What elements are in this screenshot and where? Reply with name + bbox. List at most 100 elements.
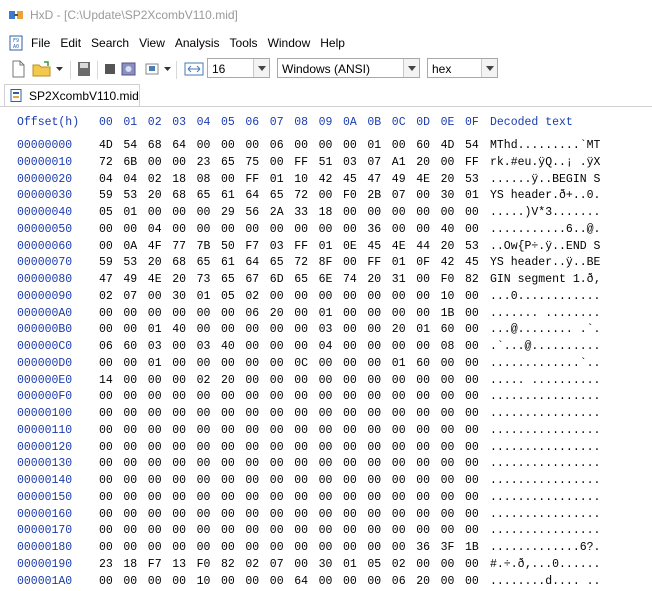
hex-byte[interactable]: 36	[416, 541, 430, 554]
hex-byte[interactable]: 51	[319, 156, 333, 169]
hex-byte[interactable]: 53	[465, 173, 479, 186]
hex-byte[interactable]: 00	[148, 206, 162, 219]
menu-analysis[interactable]: Analysis	[170, 36, 225, 50]
hex-byte[interactable]: 00	[294, 223, 308, 236]
hex-byte[interactable]: 00	[343, 407, 357, 420]
hex-byte[interactable]: 01	[319, 240, 333, 253]
hex-byte[interactable]: 00	[245, 340, 259, 353]
hex-byte[interactable]: 00	[172, 340, 186, 353]
hex-byte[interactable]: 10	[441, 290, 455, 303]
hex-byte[interactable]: 00	[367, 541, 381, 554]
hex-byte[interactable]: 00	[441, 524, 455, 537]
hex-byte[interactable]: 00	[245, 441, 259, 454]
hex-byte[interactable]: 20	[367, 273, 381, 286]
hex-byte[interactable]: 00	[148, 491, 162, 504]
hex-byte[interactable]: 05	[367, 558, 381, 571]
hex-byte[interactable]: 2B	[367, 189, 381, 202]
decoded-text[interactable]: ......ÿ..BEGIN S	[490, 173, 600, 186]
hex-byte[interactable]: 45	[367, 240, 381, 253]
hex-byte[interactable]: 00	[465, 290, 479, 303]
hex-byte[interactable]: 00	[294, 340, 308, 353]
hex-byte[interactable]: 00	[392, 424, 406, 437]
hex-byte[interactable]: 68	[172, 256, 186, 269]
hex-byte[interactable]: 00	[245, 424, 259, 437]
hex-byte[interactable]: 00	[99, 407, 113, 420]
hex-byte[interactable]: FF	[294, 156, 308, 169]
open-folder-icon[interactable]	[32, 60, 52, 78]
hex-byte[interactable]: 53	[123, 256, 137, 269]
hex-byte[interactable]: 00	[197, 441, 211, 454]
hex-byte[interactable]: 07	[367, 156, 381, 169]
hex-byte[interactable]: 00	[245, 474, 259, 487]
hex-byte[interactable]: 20	[148, 256, 162, 269]
hex-byte[interactable]: 67	[245, 273, 259, 286]
menu-view[interactable]: View	[134, 36, 170, 50]
hex-byte[interactable]: 00	[392, 541, 406, 554]
hex-byte[interactable]: 01	[367, 139, 381, 152]
hex-byte[interactable]: 77	[172, 240, 186, 253]
hex-byte[interactable]: 00	[465, 206, 479, 219]
hex-byte[interactable]: 00	[367, 290, 381, 303]
hex-byte[interactable]: FF	[294, 240, 308, 253]
hex-byte[interactable]: 45	[465, 256, 479, 269]
hex-byte[interactable]: 01	[148, 323, 162, 336]
hex-byte[interactable]: 00	[148, 424, 162, 437]
hex-byte[interactable]: 00	[270, 323, 284, 336]
hex-byte[interactable]: 00	[197, 206, 211, 219]
hex-byte[interactable]: 00	[294, 541, 308, 554]
hex-byte[interactable]: 00	[367, 508, 381, 521]
hex-byte[interactable]: 00	[99, 524, 113, 537]
hex-byte[interactable]: 23	[99, 558, 113, 571]
hex-byte[interactable]: 00	[441, 575, 455, 588]
hex-byte[interactable]: 00	[123, 374, 137, 387]
hex-byte[interactable]: 00	[343, 474, 357, 487]
hex-byte[interactable]: 64	[245, 189, 259, 202]
hex-byte[interactable]: 00	[319, 441, 333, 454]
hex-byte[interactable]: 00	[416, 290, 430, 303]
hex-byte[interactable]: 00	[270, 541, 284, 554]
decoded-text[interactable]: YS header.ð+..0.	[490, 189, 600, 202]
hex-byte[interactable]: 03	[343, 156, 357, 169]
hex-byte[interactable]: 00	[367, 390, 381, 403]
hex-byte[interactable]: 00	[416, 307, 430, 320]
hex-byte[interactable]: 00	[99, 441, 113, 454]
hex-byte[interactable]: 00	[367, 441, 381, 454]
hex-byte[interactable]: 00	[245, 374, 259, 387]
hex-byte[interactable]: 00	[441, 474, 455, 487]
hex-byte[interactable]: 00	[465, 524, 479, 537]
hex-byte[interactable]: 02	[245, 290, 259, 303]
hex-byte[interactable]: 40	[172, 323, 186, 336]
hex-byte[interactable]: 00	[221, 474, 235, 487]
hex-byte[interactable]: 00	[245, 524, 259, 537]
hex-byte[interactable]: 00	[123, 323, 137, 336]
hex-byte[interactable]: 00	[197, 491, 211, 504]
hex-byte[interactable]: 08	[441, 340, 455, 353]
new-file-icon[interactable]	[10, 60, 26, 78]
hex-byte[interactable]: 00	[99, 323, 113, 336]
hex-byte[interactable]: 00	[270, 491, 284, 504]
hex-byte[interactable]: 20	[221, 374, 235, 387]
hex-byte[interactable]: 00	[416, 508, 430, 521]
hex-byte[interactable]: 00	[172, 441, 186, 454]
hex-byte[interactable]: 00	[221, 407, 235, 420]
menu-search[interactable]: Search	[86, 36, 134, 50]
hex-byte[interactable]: 00	[148, 474, 162, 487]
hex-byte[interactable]: 07	[270, 558, 284, 571]
hex-byte[interactable]: 00	[197, 307, 211, 320]
hex-byte[interactable]: 1B	[441, 307, 455, 320]
hex-byte[interactable]: 4D	[441, 139, 455, 152]
hex-byte[interactable]: 00	[416, 491, 430, 504]
hex-byte[interactable]: 00	[294, 508, 308, 521]
hex-byte[interactable]: 64	[172, 139, 186, 152]
hex-byte[interactable]: 00	[416, 424, 430, 437]
hex-byte[interactable]: 01	[465, 189, 479, 202]
hex-byte[interactable]: 00	[221, 357, 235, 370]
hex-byte[interactable]: 45	[343, 173, 357, 186]
hex-byte[interactable]: F0	[197, 558, 211, 571]
hex-byte[interactable]: 08	[197, 173, 211, 186]
hex-byte[interactable]: 00	[367, 374, 381, 387]
hex-byte[interactable]: 82	[221, 558, 235, 571]
hex-byte[interactable]: 00	[294, 323, 308, 336]
hex-byte[interactable]: 00	[197, 474, 211, 487]
hex-byte[interactable]: 7B	[197, 240, 211, 253]
